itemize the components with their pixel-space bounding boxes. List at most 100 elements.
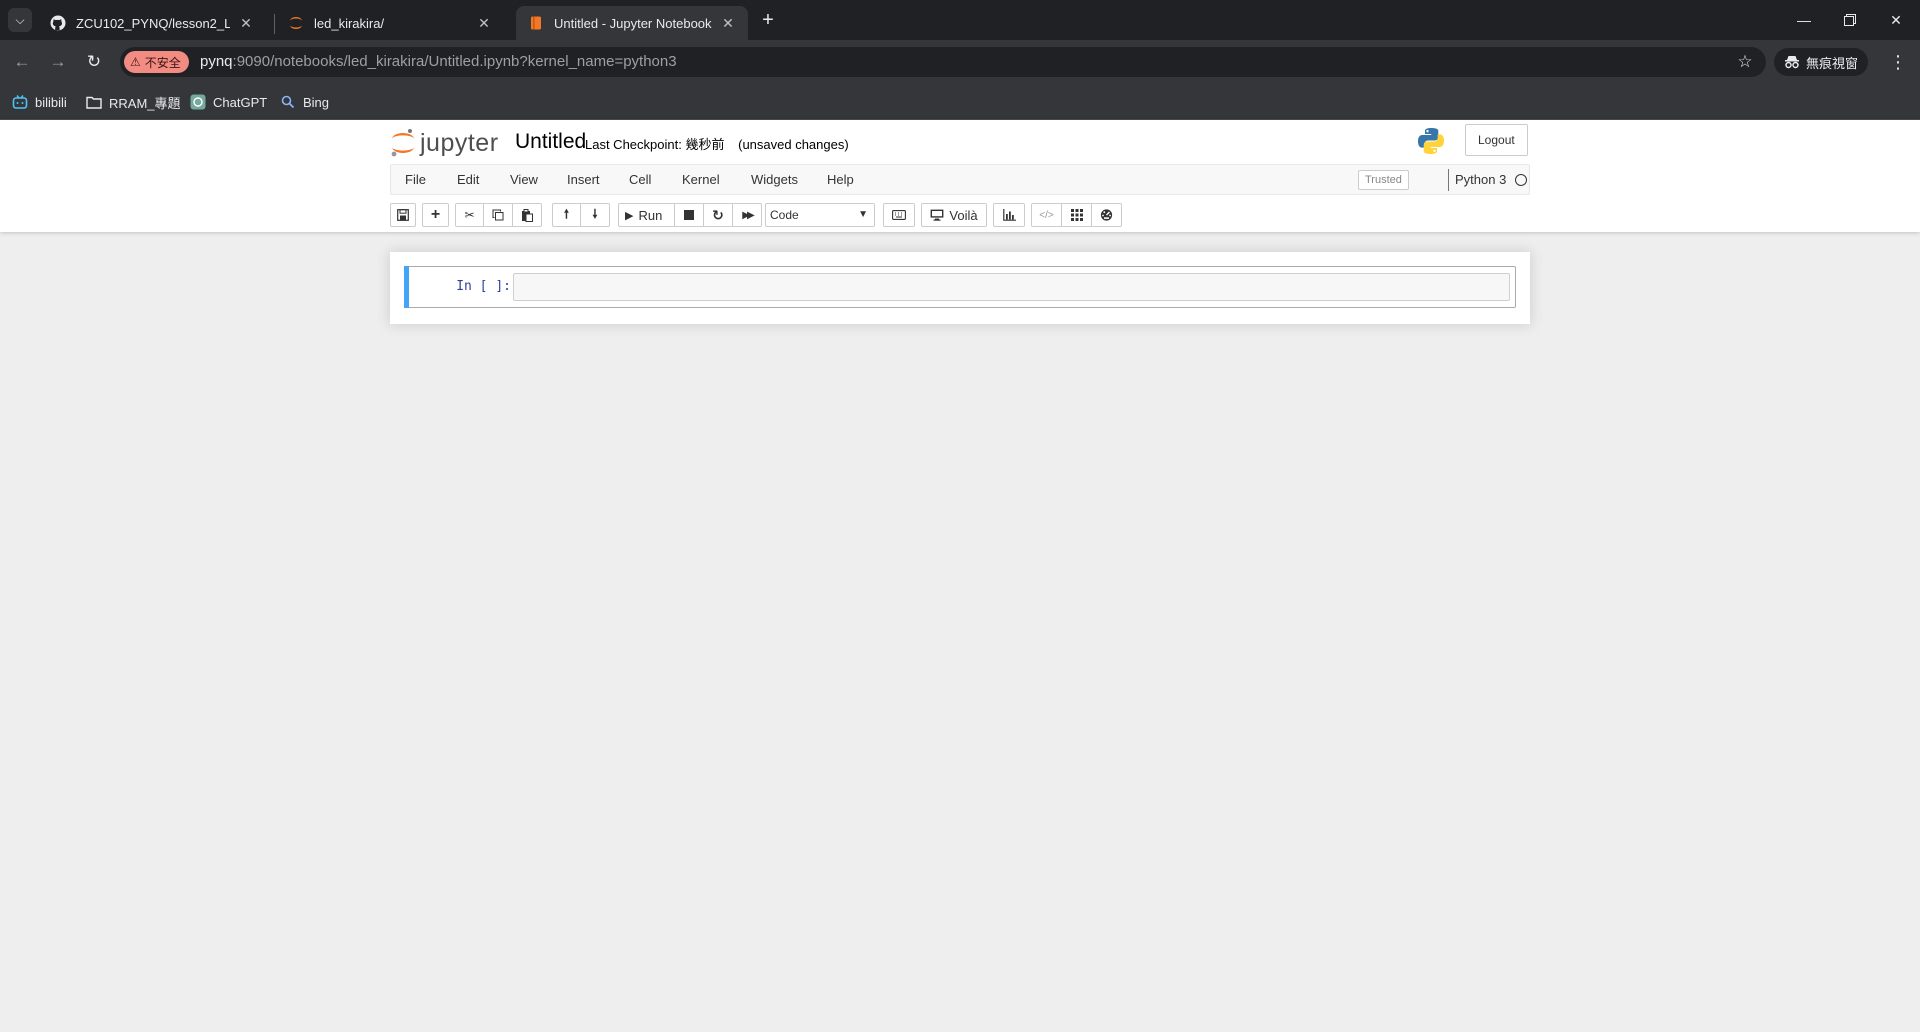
tab-close-icon[interactable]: ✕: [720, 15, 736, 31]
cell-type-select[interactable]: Code ▼: [765, 203, 875, 227]
reload-icon[interactable]: ↻: [82, 50, 106, 74]
tab-title: led_kirakira/: [314, 15, 385, 31]
trusted-indicator[interactable]: Trusted: [1358, 170, 1409, 190]
tab-github[interactable]: ZCU102_PYNQ/lesson2_LED_ ✕: [38, 6, 266, 40]
minimize-icon[interactable]: —: [1782, 0, 1826, 40]
bookmark-chatgpt[interactable]: ChatGPT: [190, 90, 267, 114]
jupyter-page: jupyter Untitled Last Checkpoint: 幾秒前 (u…: [0, 120, 1920, 1032]
move-down-button[interactable]: 🠗: [581, 203, 610, 227]
url-host: pynq: [200, 53, 233, 70]
warning-icon: ⚠: [130, 55, 141, 69]
plus-icon: +: [430, 206, 441, 223]
menu-kernel[interactable]: Kernel: [672, 165, 730, 194]
interrupt-kernel-button[interactable]: [675, 203, 704, 227]
kernel-name: Python 3: [1448, 169, 1506, 191]
code-toggle-button[interactable]: </>: [1031, 203, 1062, 227]
code-cell[interactable]: In [ ]:: [404, 266, 1516, 308]
menu-insert[interactable]: Insert: [557, 165, 610, 194]
autosave-status: (unsaved changes): [738, 137, 849, 152]
tab-untitled-notebook[interactable]: Untitled - Jupyter Notebook ✕: [516, 6, 748, 40]
back-arrow-icon[interactable]: ←: [10, 50, 34, 74]
fast-forward-icon: ▶▶: [742, 209, 755, 221]
close-window-icon[interactable]: ✕: [1874, 0, 1918, 40]
tab-led-kirakira[interactable]: led_kirakira/ ✕: [276, 6, 504, 40]
bookmark-bilibili[interactable]: bilibili: [12, 90, 67, 114]
input-prompt: In [ ]:: [456, 279, 511, 294]
scissors-icon: ✂: [464, 208, 475, 222]
notebook-header: jupyter Untitled Last Checkpoint: 幾秒前 (u…: [0, 120, 1920, 232]
github-icon: [50, 15, 66, 31]
menu-widgets[interactable]: Widgets: [741, 165, 808, 194]
notebook-name[interactable]: Untitled: [515, 130, 586, 154]
logo-text: jupyter: [420, 128, 499, 157]
browser-toolbar: ← → ↻ ⚠ 不安全 pynq:9090/notebooks/led_kira…: [0, 40, 1920, 84]
paste-icon: [522, 208, 533, 222]
menu-cell[interactable]: Cell: [619, 165, 661, 194]
bookmark-label: RRAM_專題: [109, 95, 181, 111]
bookmark-label: ChatGPT: [213, 94, 268, 110]
tab-search-icon[interactable]: ⌵: [8, 8, 32, 32]
jupyter-logo[interactable]: jupyter: [390, 125, 499, 161]
new-tab-button[interactable]: +: [756, 8, 780, 32]
selected-cell-indicator: [404, 266, 409, 308]
security-chip[interactable]: ⚠ 不安全: [124, 51, 189, 73]
folder-icon: [86, 94, 102, 110]
bookmark-rram[interactable]: RRAM_專題: [86, 90, 181, 114]
notebook-container: In [ ]:: [390, 252, 1530, 324]
url-text[interactable]: pynq:9090/notebooks/led_kirakira/Untitle…: [200, 47, 677, 77]
restore-icon[interactable]: [1828, 0, 1872, 40]
address-bar[interactable]: ⚠ 不安全 pynq:9090/notebooks/led_kirakira/U…: [120, 47, 1766, 77]
bookmark-bing[interactable]: Bing: [280, 90, 329, 114]
logout-button[interactable]: Logout: [1465, 124, 1528, 156]
dashboard-button[interactable]: [1092, 203, 1122, 227]
save-button[interactable]: [390, 203, 416, 227]
bookmarks-bar: bilibili RRAM_專題 ChatGPT Bing: [0, 84, 1920, 120]
search-icon: [280, 94, 296, 110]
jupyter-logo-icon: [391, 129, 414, 157]
kebab-menu-icon[interactable]: ⋮: [1888, 50, 1908, 74]
play-icon: ▶: [625, 209, 634, 222]
bookmark-label: bilibili: [35, 94, 67, 110]
notebook-menubar: File Edit View Insert Cell Kernel Widget…: [390, 164, 1530, 195]
cut-button[interactable]: ✂: [455, 203, 484, 227]
chart-button[interactable]: [993, 203, 1025, 227]
cell-type-value: Code: [770, 208, 799, 222]
arrow-up-icon: 🠕: [563, 206, 570, 221]
restart-run-all-button[interactable]: ▶▶: [733, 203, 762, 227]
grid-button[interactable]: [1062, 203, 1092, 227]
url-path: :9090/notebooks/led_kirakira/Untitled.ip…: [232, 53, 677, 70]
voila-button[interactable]: Voilà: [921, 203, 987, 227]
command-palette-button[interactable]: [883, 203, 915, 227]
kernel-idle-indicator-icon: [1515, 174, 1527, 186]
checkpoint-label: Last Checkpoint:: [585, 137, 682, 152]
insert-cell-button[interactable]: +: [422, 203, 449, 227]
security-label: 不安全: [144, 55, 181, 70]
bookmark-label: Bing: [303, 94, 330, 110]
keyboard-icon: [892, 210, 906, 220]
run-button[interactable]: ▶ Run: [618, 203, 675, 227]
tab-divider: [274, 14, 275, 34]
tab-close-icon[interactable]: ✕: [476, 15, 492, 31]
notebook-icon: [528, 15, 544, 31]
menu-edit[interactable]: Edit: [447, 165, 489, 194]
restart-kernel-button[interactable]: ↻: [704, 203, 733, 227]
paste-button[interactable]: [513, 203, 542, 227]
jupyter-icon: [288, 15, 304, 31]
menu-help[interactable]: Help: [817, 165, 864, 194]
tab-close-icon[interactable]: ✕: [238, 15, 254, 31]
code-input[interactable]: [513, 273, 1510, 301]
forward-arrow-icon[interactable]: →: [46, 50, 70, 74]
menu-view[interactable]: View: [500, 165, 548, 194]
incognito-badge[interactable]: 無痕視窗: [1774, 48, 1869, 76]
voila-label: Voilà: [949, 207, 978, 223]
restart-icon: ↻: [712, 206, 724, 223]
checkpoint-time: 幾秒前: [685, 137, 725, 152]
incognito-label: 無痕視窗: [1806, 55, 1859, 71]
chevron-down-icon: ▼: [858, 209, 868, 220]
move-up-button[interactable]: 🠕: [552, 203, 581, 227]
tab-title: ZCU102_PYNQ/lesson2_LED_: [76, 15, 230, 31]
menu-file[interactable]: File: [395, 165, 436, 194]
tab-title: Untitled - Jupyter Notebook: [554, 15, 712, 31]
bookmark-star-icon[interactable]: ☆: [1734, 51, 1756, 73]
copy-button[interactable]: [484, 203, 513, 227]
